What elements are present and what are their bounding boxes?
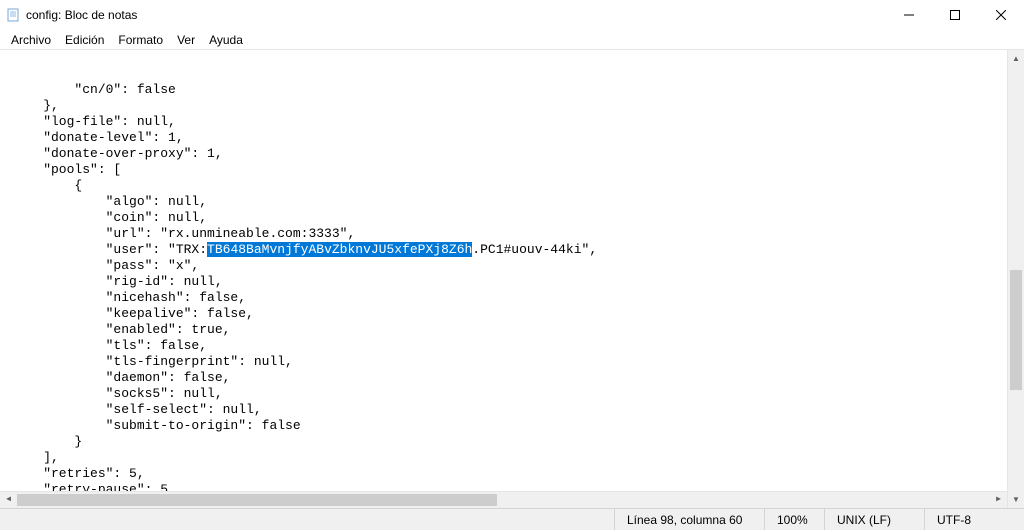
status-bar: Línea 98, columna 60 100% UNIX (LF) UTF-… (0, 508, 1024, 530)
scroll-up-icon[interactable]: ▲ (1008, 50, 1024, 67)
scroll-left-icon[interactable]: ◀ (0, 492, 17, 508)
window-controls (886, 0, 1024, 30)
minimize-button[interactable] (886, 0, 932, 30)
code-line: "socks5": null, (12, 386, 223, 401)
scroll-down-icon[interactable]: ▼ (1008, 491, 1024, 508)
status-position: Línea 98, columna 60 (614, 509, 764, 530)
code-line: "enabled": true, (12, 322, 230, 337)
code-line: { (12, 178, 82, 193)
code-line: "donate-over-proxy": 1, (12, 146, 223, 161)
code-line: "url": "rx.unmineable.com:3333", (12, 226, 355, 241)
code-line: "nicehash": false, (12, 290, 246, 305)
vertical-scrollbar[interactable]: ▲ ▼ (1007, 50, 1024, 508)
vscroll-thumb[interactable] (1010, 270, 1022, 390)
code-line: "retries": 5, (12, 466, 145, 481)
code-line: ], (12, 450, 59, 465)
menu-archivo[interactable]: Archivo (4, 31, 58, 49)
maximize-button[interactable] (932, 0, 978, 30)
menu-edicion[interactable]: Edición (58, 31, 111, 49)
window-title: config: Bloc de notas (26, 8, 886, 22)
status-line-ending: UNIX (LF) (824, 509, 924, 530)
horizontal-scrollbar[interactable]: ◀ ▶ (0, 491, 1007, 508)
menu-ver[interactable]: Ver (170, 31, 202, 49)
hscroll-thumb[interactable] (17, 494, 497, 506)
menu-formato[interactable]: Formato (111, 31, 170, 49)
code-line: "log-file": null, (12, 114, 176, 129)
editor-area: "cn/0": false }, "log-file": null, "dona… (0, 50, 1024, 508)
title-bar: config: Bloc de notas (0, 0, 1024, 30)
code-line: } (12, 434, 82, 449)
code-line: "coin": null, (12, 210, 207, 225)
code-line: "pass": "x", (12, 258, 199, 273)
status-zoom: 100% (764, 509, 824, 530)
code-line: "submit-to-origin": false (12, 418, 301, 433)
code-line: "tls-fingerprint": null, (12, 354, 293, 369)
code-line: "cn/0": false (12, 82, 176, 97)
code-line: "keepalive": false, (12, 306, 254, 321)
code-line: }, (12, 98, 59, 113)
code-line: "pools": [ (12, 162, 121, 177)
code-line: "algo": null, (12, 194, 207, 209)
text-editor[interactable]: "cn/0": false }, "log-file": null, "dona… (0, 50, 1007, 508)
code-line: "user": "TRX:TB648BaMvnjfyABvZbknvJU5xfe… (12, 242, 597, 257)
scroll-right-icon[interactable]: ▶ (990, 492, 1007, 508)
menu-bar: Archivo Edición Formato Ver Ayuda (0, 30, 1024, 50)
status-encoding: UTF-8 (924, 509, 1024, 530)
close-button[interactable] (978, 0, 1024, 30)
code-line: "tls": false, (12, 338, 207, 353)
menu-ayuda[interactable]: Ayuda (202, 31, 250, 49)
code-line: "daemon": false, (12, 370, 230, 385)
code-line: "self-select": null, (12, 402, 262, 417)
code-line: "donate-level": 1, (12, 130, 184, 145)
selected-text: TB648BaMvnjfyABvZbknvJU5xfePXj8Z6h (207, 242, 472, 257)
code-line: "rig-id": null, (12, 274, 223, 289)
notepad-icon (6, 8, 20, 22)
